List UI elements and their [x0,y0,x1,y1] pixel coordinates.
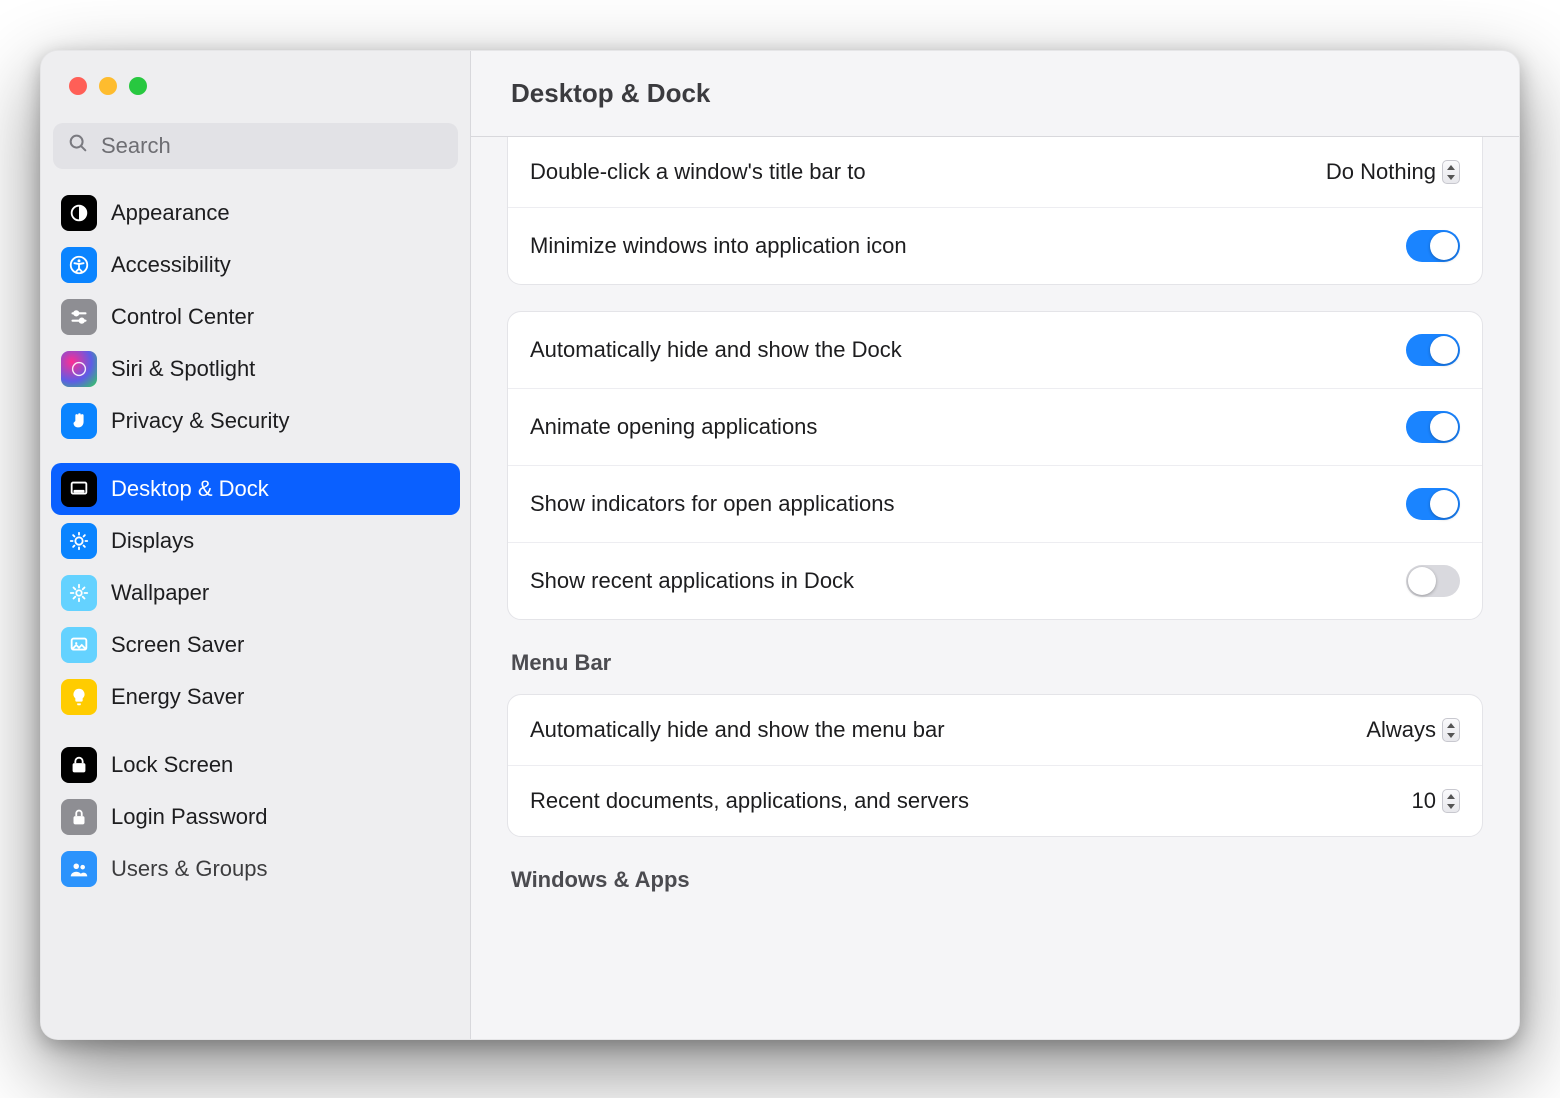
sidebar-item-screen-saver[interactable]: Screen Saver [51,619,460,671]
users-icon [61,851,97,887]
row-label: Animate opening applications [530,414,817,440]
row-auto-hide-dock: Automatically hide and show the Dock [508,312,1482,388]
popup-value: 10 [1412,788,1436,814]
row-minimize-into-icon: Minimize windows into application icon [508,207,1482,284]
sidebar-item-label: Wallpaper [111,580,450,606]
row-show-indicators: Show indicators for open applications [508,465,1482,542]
sidebar-item-lock-screen[interactable]: Lock Screen [51,739,460,791]
sidebar-group: Desktop & Dock Displays [51,463,460,723]
search-field[interactable] [53,123,458,169]
search-icon [67,132,89,160]
sidebar-item-label: Displays [111,528,450,554]
section-heading-windows-apps: Windows & Apps [511,867,1483,893]
row-recent-items: Recent documents, applications, and serv… [508,765,1482,836]
window-traffic-lights [41,51,470,95]
lock-icon [61,799,97,835]
search-input[interactable] [99,132,444,160]
sidebar-item-siri-spotlight[interactable]: Siri & Spotlight [51,343,460,395]
row-animate-open: Animate opening applications [508,388,1482,465]
sidebar-item-accessibility[interactable]: Accessibility [51,239,460,291]
siri-icon [61,351,97,387]
brightness-icon [61,523,97,559]
page-title: Desktop & Dock [511,78,710,109]
sidebar-nav: Appearance Accessibility [41,183,470,1039]
window-close-button[interactable] [69,77,87,95]
sidebar-item-wallpaper[interactable]: Wallpaper [51,567,460,619]
row-label: Automatically hide and show the menu bar [530,717,945,743]
sidebar: Appearance Accessibility [41,51,471,1039]
recent-items-popup[interactable]: 10 [1412,788,1460,814]
row-show-recent: Show recent applications in Dock [508,542,1482,619]
row-label: Double-click a window's title bar to [530,159,866,185]
sidebar-item-users-groups[interactable]: Users & Groups [51,843,460,895]
sidebar-item-label: Siri & Spotlight [111,356,450,382]
lightbulb-icon [61,679,97,715]
row-label: Show indicators for open applications [530,491,894,517]
sidebar-item-energy-saver[interactable]: Energy Saver [51,671,460,723]
content-scroll[interactable]: Double-click a window's title bar to Do … [471,137,1519,1039]
row-label: Minimize windows into application icon [530,233,907,259]
row-label: Automatically hide and show the Dock [530,337,902,363]
sidebar-item-label: Energy Saver [111,684,450,710]
wallpaper-icon [61,575,97,611]
stepper-icon [1442,160,1460,184]
sidebar-item-control-center[interactable]: Control Center [51,291,460,343]
desktop-dock-icon [61,471,97,507]
sidebar-item-label: Users & Groups [111,856,450,882]
sidebar-item-privacy-security[interactable]: Privacy & Security [51,395,460,447]
sidebar-item-label: Appearance [111,200,450,226]
sidebar-item-displays[interactable]: Displays [51,515,460,567]
window-zoom-button[interactable] [129,77,147,95]
hand-icon [61,403,97,439]
show-recent-toggle[interactable] [1406,565,1460,597]
sidebar-item-label: Lock Screen [111,752,450,778]
row-label: Recent documents, applications, and serv… [530,788,969,814]
sidebar-item-label: Login Password [111,804,450,830]
show-indicators-toggle[interactable] [1406,488,1460,520]
sidebar-item-label: Privacy & Security [111,408,450,434]
row-auto-hide-menubar: Automatically hide and show the menu bar… [508,695,1482,765]
sidebar-group: Appearance Accessibility [51,187,460,447]
accessibility-icon [61,247,97,283]
row-label: Show recent applications in Dock [530,568,854,594]
content-pane: Desktop & Dock Double-click a window's t… [471,51,1519,1039]
minimize-into-icon-toggle[interactable] [1406,230,1460,262]
stepper-icon [1442,718,1460,742]
settings-window: Appearance Accessibility [40,50,1520,1040]
double-click-titlebar-popup[interactable]: Do Nothing [1326,159,1460,185]
popup-value: Do Nothing [1326,159,1436,185]
control-center-icon [61,299,97,335]
sidebar-item-label: Control Center [111,304,450,330]
sidebar-item-login-password[interactable]: Login Password [51,791,460,843]
stepper-icon [1442,789,1460,813]
lock-screen-icon [61,747,97,783]
auto-hide-dock-toggle[interactable] [1406,334,1460,366]
settings-card-dock: Double-click a window's title bar to Do … [507,137,1483,285]
sidebar-item-label: Desktop & Dock [111,476,450,502]
sidebar-item-appearance[interactable]: Appearance [51,187,460,239]
sidebar-item-label: Screen Saver [111,632,450,658]
settings-card-dock-behaviour: Automatically hide and show the Dock Ani… [507,311,1483,620]
page-title-bar: Desktop & Dock [471,51,1519,137]
popup-value: Always [1366,717,1436,743]
screen-saver-icon [61,627,97,663]
sidebar-item-label: Accessibility [111,252,450,278]
sidebar-group: Lock Screen Login Password [51,739,460,895]
animate-open-toggle[interactable] [1406,411,1460,443]
settings-card-menu-bar: Automatically hide and show the menu bar… [507,694,1483,837]
window-minimize-button[interactable] [99,77,117,95]
section-heading-menu-bar: Menu Bar [511,650,1483,676]
appearance-icon [61,195,97,231]
auto-hide-menubar-popup[interactable]: Always [1366,717,1460,743]
sidebar-item-desktop-dock[interactable]: Desktop & Dock [51,463,460,515]
row-double-click-titlebar: Double-click a window's title bar to Do … [508,137,1482,207]
